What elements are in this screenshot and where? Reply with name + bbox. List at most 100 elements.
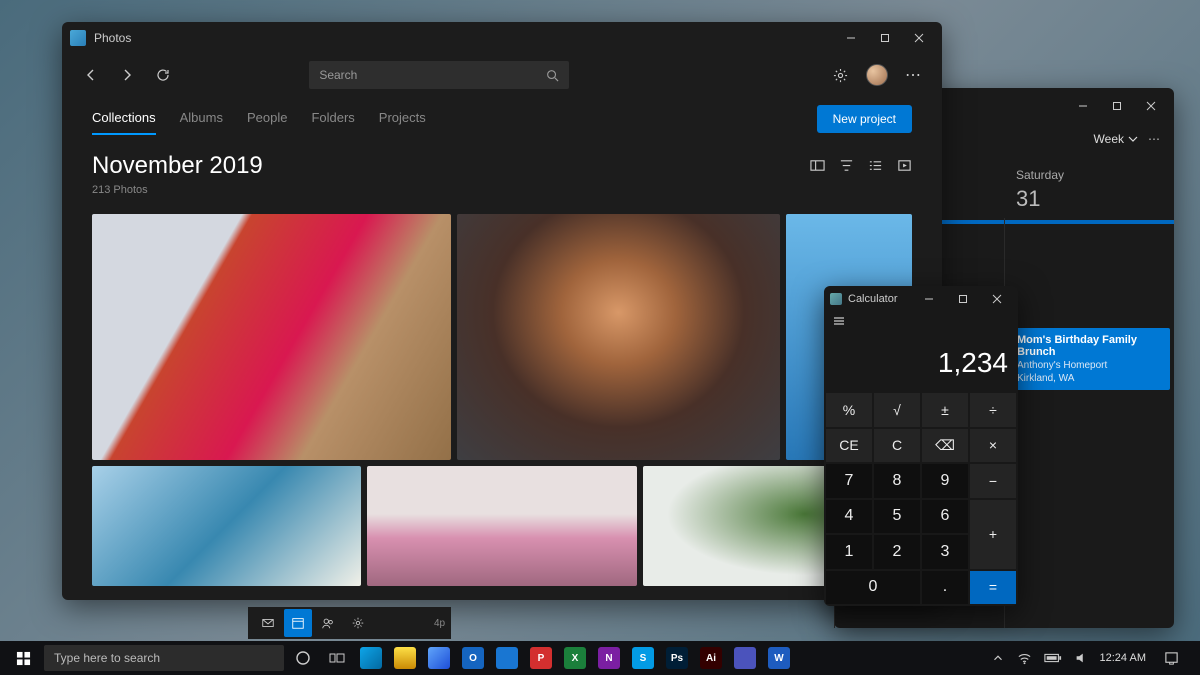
search-box[interactable]: Search <box>309 61 569 89</box>
calc-key-minus[interactable]: − <box>970 464 1016 498</box>
calculator-menu-button[interactable] <box>824 312 1018 335</box>
photos-heading: November 2019 213 Photos <box>62 142 942 196</box>
calc-key-8[interactable]: 8 <box>874 464 920 498</box>
photos-nav-row: Search ⋯ <box>62 54 942 96</box>
calc-key-divide[interactable]: ÷ <box>970 393 1016 427</box>
view-options <box>810 158 912 173</box>
tray-chevron-icon[interactable] <box>991 651 1005 665</box>
chevron-down-icon <box>1128 134 1138 144</box>
more-button[interactable]: ⋯ <box>898 60 928 90</box>
volume-icon[interactable] <box>1074 651 1088 665</box>
calendar-day-date: 31 <box>1016 186 1162 212</box>
calendar-allday-marker <box>1005 220 1174 224</box>
calendar-view-selector[interactable]: Week <box>1094 132 1138 146</box>
calc-key-plusminus[interactable]: ± <box>922 393 968 427</box>
calculator-minimize-button[interactable] <box>914 285 944 313</box>
system-tray: 12:24 AM <box>991 645 1194 671</box>
taskbar-app-skype[interactable]: S <box>628 643 658 673</box>
calendar-icon[interactable] <box>284 609 312 637</box>
calendar-column-saturday[interactable]: Mom's Birthday Family Brunch Anthony's H… <box>1004 218 1174 628</box>
photo-thumbnail[interactable] <box>92 214 451 460</box>
calc-key-ce[interactable]: CE <box>826 429 872 463</box>
hamburger-icon <box>832 314 846 328</box>
user-avatar[interactable] <box>866 64 888 86</box>
taskbar-app-powerpoint[interactable]: P <box>526 643 556 673</box>
taskbar-app-store[interactable] <box>424 643 454 673</box>
list-icon[interactable] <box>868 158 883 173</box>
taskbar-search-placeholder: Type here to search <box>54 651 160 665</box>
tab-projects[interactable]: Projects <box>379 110 426 129</box>
settings-icon[interactable] <box>344 609 372 637</box>
taskbar-app-teams[interactable] <box>730 643 760 673</box>
slideshow-icon[interactable] <box>897 158 912 173</box>
calc-key-c[interactable]: C <box>874 429 920 463</box>
taskbar-app-excel[interactable]: X <box>560 643 590 673</box>
forward-button[interactable] <box>112 60 142 90</box>
notifications-button[interactable] <box>1158 645 1184 671</box>
calendar-event[interactable]: Mom's Birthday Family Brunch Anthony's H… <box>1009 328 1170 390</box>
taskbar-app-photoshop[interactable]: Ps <box>662 643 692 673</box>
settings-button[interactable] <box>826 60 856 90</box>
calculator-title: Calculator <box>848 293 898 305</box>
cortana-icon[interactable] <box>288 643 318 673</box>
taskbar-app-calendar[interactable] <box>492 643 522 673</box>
calc-key-percent[interactable]: % <box>826 393 872 427</box>
tab-people[interactable]: People <box>247 110 287 129</box>
photo-count: 213 Photos <box>92 184 263 196</box>
tab-albums[interactable]: Albums <box>180 110 223 129</box>
wifi-icon[interactable] <box>1017 651 1032 666</box>
taskbar-clock[interactable]: 12:24 AM <box>1100 652 1146 664</box>
taskbar-app-outlook[interactable]: O <box>458 643 488 673</box>
photos-minimize-button[interactable] <box>836 24 866 52</box>
search-icon <box>546 69 559 82</box>
start-button[interactable] <box>6 641 40 675</box>
photos-maximize-button[interactable] <box>870 24 900 52</box>
calc-key-equals[interactable]: = <box>970 571 1016 605</box>
calendar-view-label: Week <box>1094 132 1124 146</box>
calendar-minimize-button[interactable] <box>1068 92 1098 120</box>
back-button[interactable] <box>76 60 106 90</box>
calc-key-7[interactable]: 7 <box>826 464 872 498</box>
taskbar-app-edge[interactable] <box>356 643 386 673</box>
calendar-close-button[interactable] <box>1136 92 1166 120</box>
calendar-maximize-button[interactable] <box>1102 92 1132 120</box>
aspect-icon[interactable] <box>810 158 825 173</box>
photos-app-icon <box>70 30 86 46</box>
task-view-icon[interactable] <box>322 643 352 673</box>
taskbar-app-explorer[interactable] <box>390 643 420 673</box>
calculator-titlebar: Calculator <box>824 286 1018 312</box>
filter-icon[interactable] <box>839 158 854 173</box>
calculator-close-button[interactable] <box>982 285 1012 313</box>
calc-key-plus[interactable]: + <box>970 500 1016 569</box>
taskbar-app-onenote[interactable]: N <box>594 643 624 673</box>
calc-key-5[interactable]: 5 <box>874 500 920 534</box>
calc-key-9[interactable]: 9 <box>922 464 968 498</box>
calc-key-decimal[interactable]: . <box>922 571 968 605</box>
calc-key-4[interactable]: 4 <box>826 500 872 534</box>
calendar-more-button[interactable]: ⋯ <box>1148 132 1160 146</box>
taskbar-app-illustrator[interactable]: Ai <box>696 643 726 673</box>
tab-collections[interactable]: Collections <box>92 110 156 129</box>
people-icon[interactable] <box>314 609 342 637</box>
new-project-button[interactable]: New project <box>817 105 912 133</box>
battery-icon[interactable] <box>1044 652 1062 664</box>
photo-thumbnail[interactable] <box>367 466 636 586</box>
photo-thumbnail[interactable] <box>92 466 361 586</box>
calc-key-multiply[interactable]: × <box>970 429 1016 463</box>
refresh-button[interactable] <box>148 60 178 90</box>
taskbar-app-word[interactable]: W <box>764 643 794 673</box>
tab-folders[interactable]: Folders <box>311 110 354 129</box>
calc-key-3[interactable]: 3 <box>922 535 968 569</box>
calc-key-0[interactable]: 0 <box>826 571 920 605</box>
calc-key-2[interactable]: 2 <box>874 535 920 569</box>
mail-icon[interactable] <box>254 609 282 637</box>
calc-key-sqrt[interactable]: √ <box>874 393 920 427</box>
calculator-app-icon <box>830 293 842 305</box>
calculator-maximize-button[interactable] <box>948 285 978 313</box>
photos-close-button[interactable] <box>904 24 934 52</box>
calc-key-1[interactable]: 1 <box>826 535 872 569</box>
taskbar-search[interactable]: Type here to search <box>44 645 284 671</box>
calc-key-6[interactable]: 6 <box>922 500 968 534</box>
calc-key-backspace[interactable]: ⌫ <box>922 429 968 463</box>
photo-thumbnail[interactable] <box>457 214 780 460</box>
